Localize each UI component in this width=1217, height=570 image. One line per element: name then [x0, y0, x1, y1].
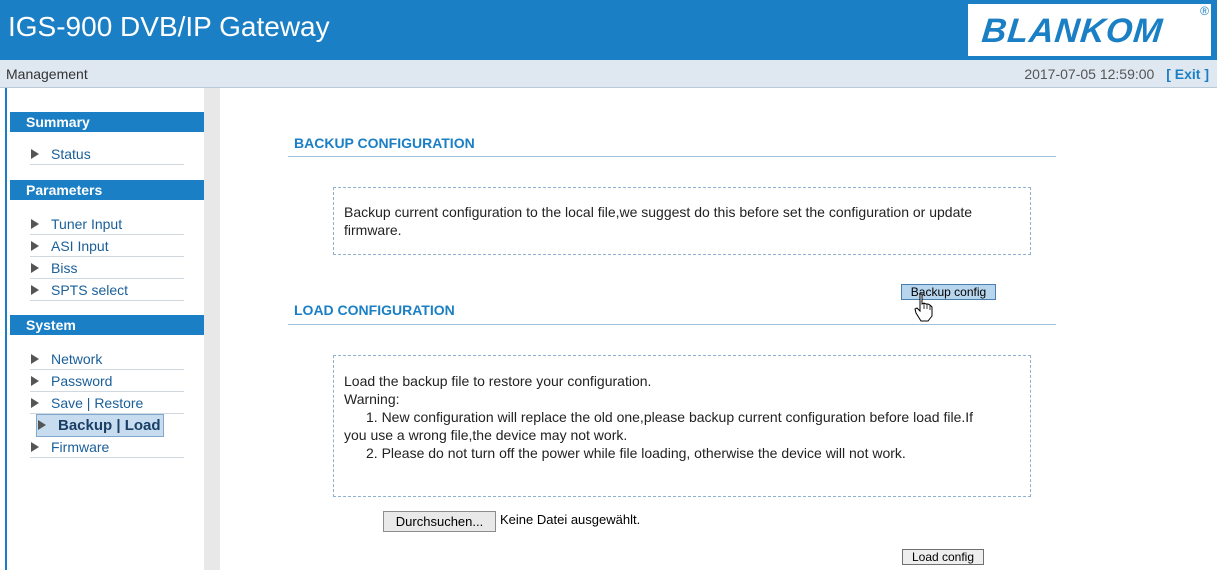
- status-area: 2017-07-05 12:59:00 [ Exit ]: [1024, 66, 1209, 82]
- menu-arrow-icon: [38, 420, 46, 430]
- menu-arrow-icon: [31, 219, 39, 229]
- sidebar-item-spts-select[interactable]: SPTS select: [30, 280, 184, 301]
- logo-text: BLANKOM: [980, 12, 1165, 50]
- sidebar-item-label: Status: [51, 146, 91, 162]
- backup-config-button[interactable]: Backup config: [901, 284, 996, 300]
- exit-link[interactable]: [ Exit ]: [1166, 66, 1209, 82]
- sidebar-item-firmware[interactable]: Firmware: [30, 437, 184, 458]
- top-bar: Management 2017-07-05 12:59:00 [ Exit ]: [0, 60, 1217, 88]
- load-intro-text: Load the backup file to restore your con…: [344, 373, 652, 389]
- app-header: IGS-900 DVB/IP Gateway BLANKOM ®: [0, 0, 1217, 60]
- sidebar-item-password[interactable]: Password: [30, 371, 184, 392]
- sidebar-item-label: Firmware: [51, 439, 110, 455]
- breadcrumb: Management: [6, 66, 88, 82]
- sidebar-section-system: System: [10, 315, 204, 335]
- load-section-title: LOAD CONFIGURATION: [294, 302, 455, 318]
- sidebar-item-label: Tuner Input: [51, 216, 123, 232]
- sidebar-item-label: Network: [51, 351, 103, 367]
- sidebar-gutter: [204, 88, 220, 570]
- warning-item-2: 2. Please do not turn off the power whil…: [366, 445, 906, 461]
- sidebar-item-biss[interactable]: Biss: [30, 258, 184, 279]
- warning-item-1: 1. New configuration will replace the ol…: [366, 409, 974, 425]
- section-divider: [288, 156, 1056, 157]
- menu-arrow-icon: [31, 263, 39, 273]
- sidebar-section-parameters: Parameters: [10, 180, 204, 200]
- menu-arrow-icon: [31, 241, 39, 251]
- menu-arrow-icon: [31, 354, 39, 364]
- sidebar-section-summary: Summary: [10, 112, 204, 132]
- section-divider: [288, 324, 1056, 325]
- warning-item-1-continued: you use a wrong file,the device may not …: [344, 427, 628, 443]
- backup-description-box: Backup current configuration to the loca…: [333, 187, 1031, 255]
- sidebar-item-label: Save | Restore: [51, 395, 144, 411]
- sidebar-item-status[interactable]: Status: [30, 144, 184, 165]
- load-config-button[interactable]: Load config: [902, 549, 984, 565]
- menu-arrow-icon: [31, 149, 39, 159]
- sidebar-item-label: Password: [51, 373, 113, 389]
- sidebar-item-save-restore[interactable]: Save | Restore: [30, 393, 184, 414]
- load-description-box: Load the backup file to restore your con…: [333, 355, 1031, 497]
- menu-arrow-icon: [31, 398, 39, 408]
- datetime: 2017-07-05 12:59:00: [1024, 66, 1155, 82]
- menu-arrow-icon: [31, 442, 39, 452]
- browse-file-button[interactable]: Durchsuchen...: [383, 511, 496, 532]
- sidebar-item-label: ASI Input: [51, 238, 109, 254]
- sidebar-item-asi-input[interactable]: ASI Input: [30, 236, 184, 257]
- backup-description-line: Backup current configuration to the loca…: [344, 204, 973, 220]
- warning-label: Warning:: [344, 391, 400, 407]
- backup-section-title: BACKUP CONFIGURATION: [294, 135, 475, 151]
- menu-arrow-icon: [31, 376, 39, 386]
- selected-file-label: Keine Datei ausgewählt.: [500, 512, 641, 527]
- sidebar-item-backup-load[interactable]: Backup | Load: [36, 414, 164, 437]
- menu-arrow-icon: [31, 285, 39, 295]
- sidebar-item-label: Biss: [51, 260, 78, 276]
- backup-description-line: firmware.: [344, 222, 402, 238]
- brand-logo: BLANKOM ®: [968, 4, 1211, 56]
- sidebar-item-label: SPTS select: [51, 282, 129, 298]
- sidebar-item-label: Backup | Load: [58, 417, 161, 434]
- sidebar-item-tuner-input[interactable]: Tuner Input: [30, 214, 184, 235]
- sidebar-item-network[interactable]: Network: [30, 349, 184, 370]
- app-title: IGS-900 DVB/IP Gateway: [8, 11, 330, 42]
- registered-mark: ®: [1200, 4, 1209, 18]
